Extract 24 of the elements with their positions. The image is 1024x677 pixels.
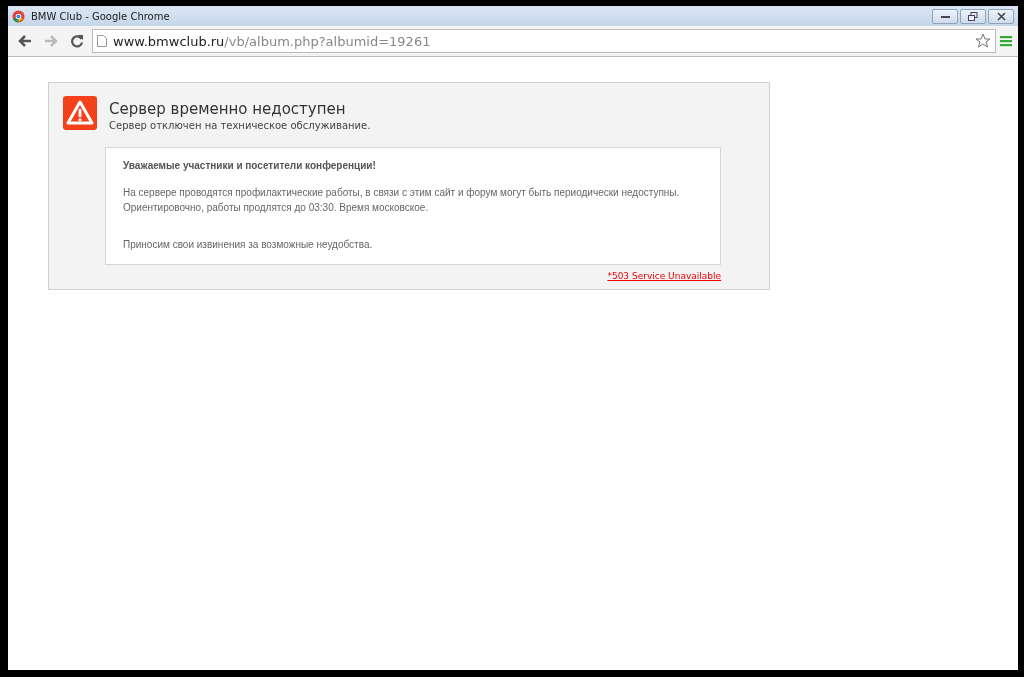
status-link[interactable]: *503 Service Unavailable [607,271,721,281]
window-title: BMW Club - Google Chrome [31,10,170,22]
page-icon [97,35,107,47]
restore-icon [968,11,978,21]
url-host: www.bmwclub.ru [113,33,225,49]
star-icon[interactable] [975,33,991,49]
message-heading: Уважаемые участники и посетители конференции! [123,160,377,171]
message-paragraph: Приносим свои извинения за возможные неудобства. [123,238,374,252]
browser-logo-icon [12,9,25,23]
error-subtitle: Сервер отключен на техническое обслуживание. [109,120,371,131]
minimize-icon [940,13,950,19]
error-title: Сервер временно недоступен [109,100,347,118]
back-arrow-icon [18,35,32,47]
reload-icon [70,34,84,48]
message-paragraph: На сервере проводятся профилактические работы, в связи с этим сайт и форум могут быть периодически недоступны. Ориентировочно, работы продлятся до 03:30. Время московское. [123,186,681,215]
warning-icon [63,96,97,130]
forward-arrow-icon [44,35,58,47]
address-bar[interactable]: www.bmwclub.ru/vb/album.php?albumid=19261 [92,29,996,53]
url-path: /vb/album.php?albumid=19261 [224,33,431,49]
menu-icon[interactable] [1000,35,1012,47]
close-button[interactable] [988,8,1014,24]
close-icon [996,11,1006,21]
restore-button[interactable] [960,8,986,24]
minimize-button[interactable] [932,8,958,24]
